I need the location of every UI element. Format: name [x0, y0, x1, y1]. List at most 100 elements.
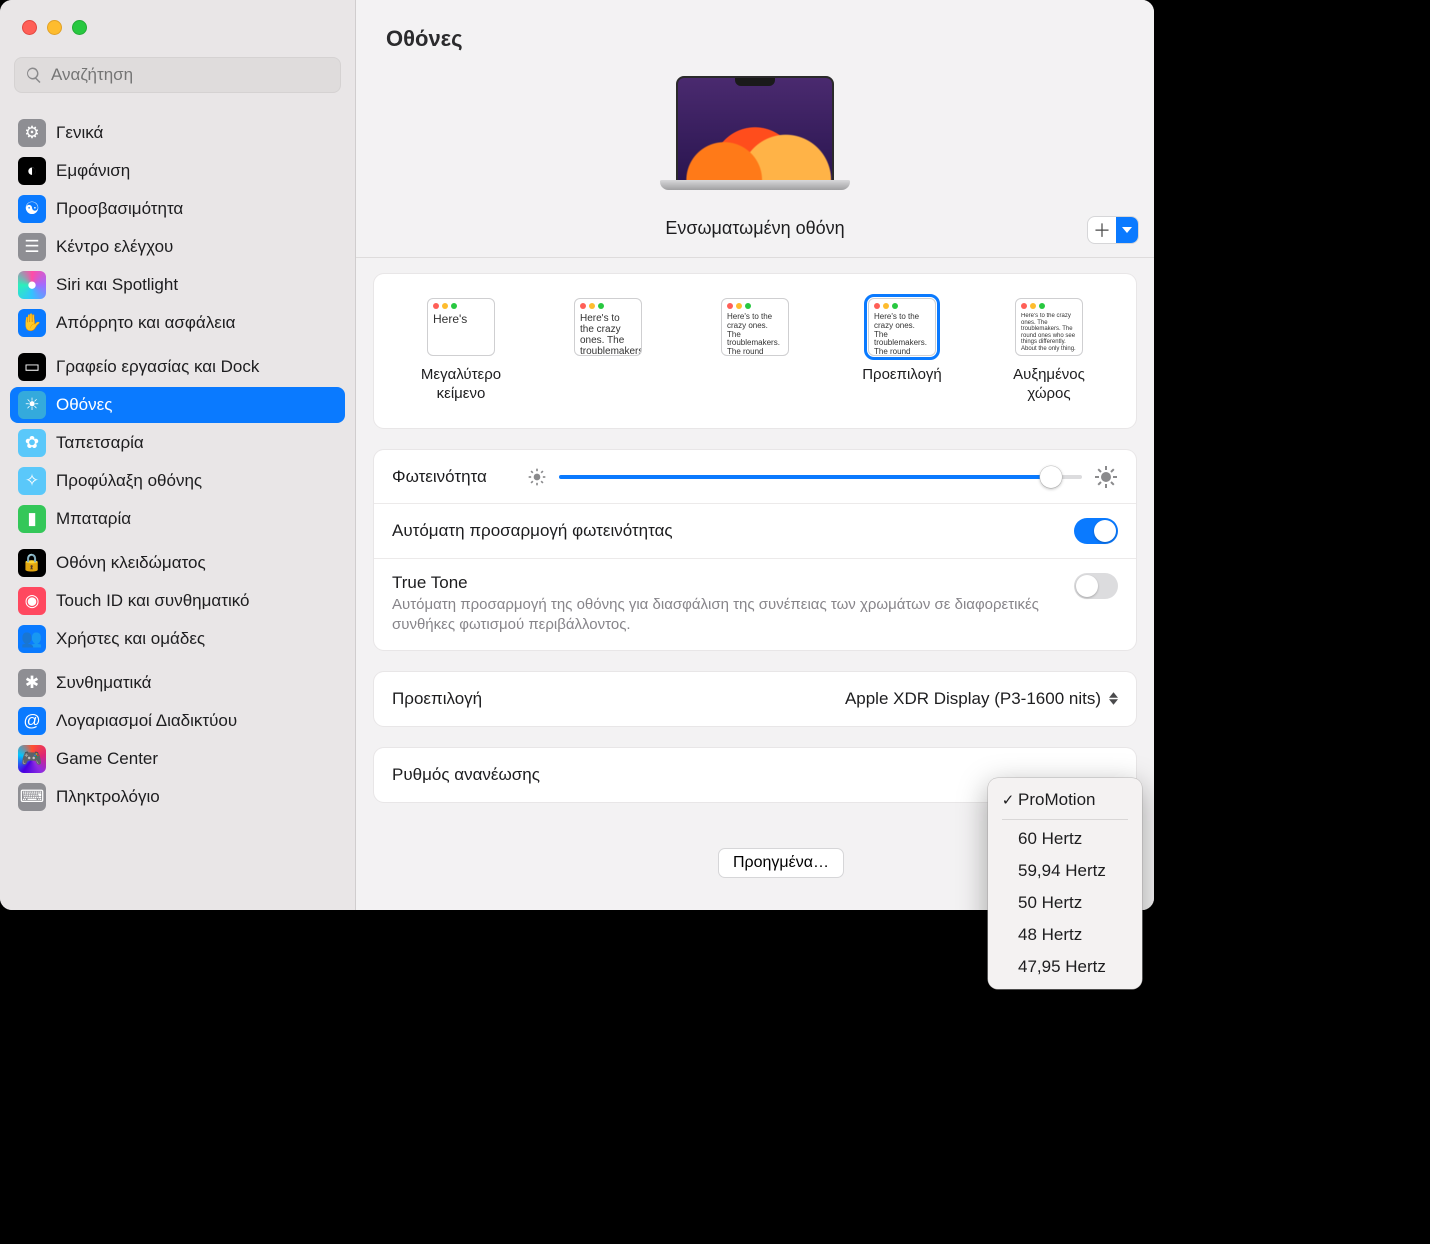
- flower-icon: ✿: [18, 429, 46, 457]
- sidebar-item-label: Game Center: [56, 749, 158, 769]
- sidebar-item-label: Λογαριασμοί Διαδικτύου: [56, 711, 237, 731]
- scale-tile: Here's to the crazy ones. The troublemak…: [574, 298, 642, 356]
- true-tone-row: True Tone Αυτόματη προσαρμογή της οθόνης…: [374, 559, 1136, 650]
- row-label: Αυτόματη προσαρμογή φωτεινότητας: [392, 521, 673, 541]
- lock-icon: 🔒: [18, 549, 46, 577]
- gear-icon: ⚙︎: [18, 119, 46, 147]
- scale-tile: Here's to the crazy ones. The troublemak…: [1015, 298, 1083, 356]
- sidebar-item-label: Touch ID και συνθηματικό: [56, 591, 250, 611]
- sidebar-item-internet-accounts[interactable]: @ Λογαριασμοί Διαδικτύου: [10, 703, 345, 739]
- sidebar-item-accessibility[interactable]: ☯Προσβασιμότητα: [10, 191, 345, 227]
- scale-tile: Here's to the crazy ones. The troublemak…: [721, 298, 789, 356]
- search-icon: [25, 66, 43, 84]
- auto-brightness-toggle[interactable]: [1074, 518, 1118, 544]
- sidebar: ⚙︎ Γενικά ◐Εμφάνιση☯Προσβασιμότητα☰Κέντρο …: [0, 0, 356, 910]
- brightness-row: Φωτεινότητα: [374, 450, 1136, 504]
- scale-option-larger[interactable]: Here'sΜεγαλύτερο κείμενο: [402, 298, 520, 406]
- sidebar-item-displays[interactable]: ☀Οθόνες: [10, 387, 345, 423]
- true-tone-toggle[interactable]: [1074, 573, 1118, 599]
- sidebar-item-label: Γενικά: [56, 123, 103, 143]
- brightness-icon: ☀: [18, 391, 46, 419]
- scale-tile: Here's to the crazy ones. The troublemak…: [868, 298, 936, 356]
- sun-small-icon: [527, 467, 547, 487]
- advanced-button[interactable]: Προηγμένα…: [718, 848, 844, 878]
- sidebar-item-wallpaper[interactable]: ✿Ταπετσαρία: [10, 425, 345, 461]
- sidebar-item-label: Οθόνη κλειδώματος: [56, 553, 206, 573]
- row-subtitle: Αυτόματη προσαρμογή της οθόνης για διασφ…: [392, 595, 1058, 636]
- sidebar-item-desktop-dock[interactable]: ▭Γραφείο εργασίας και Dock: [10, 349, 345, 385]
- add-display-button[interactable]: ＋: [1088, 217, 1138, 243]
- menu-item-label: 48 Hertz: [1018, 925, 1082, 945]
- people-icon: 👥: [18, 625, 46, 653]
- row-label: Προεπιλογή: [392, 689, 482, 709]
- scale-option-mid1[interactable]: Here's to the crazy ones. The troublemak…: [549, 298, 667, 406]
- sidebar-item-passwords[interactable]: ✱ Συνθηματικά: [10, 665, 345, 701]
- fingerprint-icon: ◉: [18, 587, 46, 615]
- brightness-card: Φωτεινότητα Αυτόματη προσαρμογή φωτεινότ…: [374, 450, 1136, 650]
- hand-icon: ✋: [18, 309, 46, 337]
- refresh-option[interactable]: 47,95 Hertz: [994, 951, 1136, 983]
- fullscreen-button[interactable]: [72, 20, 87, 35]
- refresh-option[interactable]: 60 Hertz: [994, 823, 1136, 855]
- sidebar-item-game-center[interactable]: 🎮 Game Center: [10, 741, 345, 777]
- search-input[interactable]: [51, 65, 330, 85]
- content-area: Οθόνες Ενσωματωμένη οθόνη ＋ Here'sΜεγαλύ…: [356, 0, 1154, 910]
- sidebar-nav: ⚙︎ Γενικά ◐Εμφάνιση☯Προσβασιμότητα☰Κέντρο …: [0, 103, 355, 910]
- refresh-option[interactable]: 50 Hertz: [994, 887, 1136, 919]
- sidebar-item-label: Siri και Spotlight: [56, 275, 178, 295]
- row-label: Φωτεινότητα: [392, 467, 487, 487]
- menu-item-label: 50 Hertz: [1018, 893, 1082, 913]
- scale-option-default[interactable]: Here's to the crazy ones. The troublemak…: [843, 298, 961, 406]
- preset-card: Προεπιλογή Apple XDR Display (P3-1600 ni…: [374, 672, 1136, 726]
- brightness-slider[interactable]: [559, 475, 1082, 479]
- search-field[interactable]: [14, 57, 341, 93]
- sidebar-item-keyboard[interactable]: ⌨ Πληκτρολόγιο: [10, 779, 345, 815]
- preset-row[interactable]: Προεπιλογή Apple XDR Display (P3-1600 ni…: [374, 672, 1136, 726]
- sidebar-item-label: Πληκτρολόγιο: [56, 787, 160, 807]
- scale-option-mid2[interactable]: Here's to the crazy ones. The troublemak…: [696, 298, 814, 406]
- person-icon: ☯: [18, 195, 46, 223]
- display-name: Ενσωματωμένη οθόνη: [665, 218, 844, 239]
- refresh-option[interactable]: ✓ProMotion: [994, 784, 1136, 816]
- sidebar-item-appearance[interactable]: ◐Εμφάνιση: [10, 153, 345, 189]
- scale-label: Αυξημένος χώρος: [1013, 366, 1085, 406]
- sidebar-item-touchid[interactable]: ◉ Touch ID και συνθηματικό: [10, 583, 345, 619]
- key-icon: ✱: [18, 669, 46, 697]
- check-icon: ✓: [998, 791, 1018, 809]
- slider-thumb[interactable]: [1040, 466, 1062, 488]
- sidebar-item-label: Κέντρο ελέγχου: [56, 237, 173, 257]
- menu-separator: [1002, 819, 1128, 820]
- close-button[interactable]: [22, 20, 37, 35]
- gc-icon: 🎮: [18, 745, 46, 773]
- minimize-button[interactable]: [47, 20, 62, 35]
- select-arrows-icon: [1109, 692, 1118, 705]
- at-icon: @: [18, 707, 46, 735]
- menu-item-label: 59,94 Hertz: [1018, 861, 1106, 881]
- sidebar-item-siri[interactable]: ● Siri και Spotlight: [10, 267, 345, 303]
- refresh-rate-menu[interactable]: ✓ProMotion 60 Hertz 59,94 Hertz 50 Hertz 48 …: [988, 778, 1142, 989]
- sidebar-item-control-center[interactable]: ☰Κέντρο ελέγχου: [10, 229, 345, 265]
- scale-option-more-space[interactable]: Here's to the crazy ones. The troublemak…: [990, 298, 1108, 406]
- sidebar-item-label: Απόρρητο και ασφάλεια: [56, 313, 235, 333]
- laptop-image: [660, 76, 850, 204]
- refresh-option[interactable]: 59,94 Hertz: [994, 855, 1136, 887]
- plus-icon: ＋: [1088, 217, 1116, 243]
- menu-item-label: 60 Hertz: [1018, 829, 1082, 849]
- sparkle-icon: ✧: [18, 467, 46, 495]
- sidebar-item-battery[interactable]: ▮Μπαταρία: [10, 501, 345, 537]
- preset-value: Apple XDR Display (P3-1600 nits): [845, 689, 1101, 709]
- sidebar-item-screensaver[interactable]: ✧Προφύλαξη οθόνης: [10, 463, 345, 499]
- window-controls: [0, 0, 355, 49]
- keyboard-icon: ⌨: [18, 783, 46, 811]
- sidebar-item-privacy[interactable]: ✋ Απόρρητο και ασφάλεια: [10, 305, 345, 341]
- page-header: Οθόνες: [356, 0, 1154, 66]
- refresh-option[interactable]: 48 Hertz: [994, 919, 1136, 951]
- sidebar-item-label: Συνθηματικά: [56, 673, 151, 693]
- display-preview: Ενσωματωμένη οθόνη ＋: [356, 66, 1154, 258]
- sidebar-item-lock-screen[interactable]: 🔒 Οθόνη κλειδώματος: [10, 545, 345, 581]
- scale-tile: Here's: [427, 298, 495, 356]
- siri-icon: ●: [18, 271, 46, 299]
- sidebar-item-general[interactable]: ⚙︎ Γενικά: [10, 115, 345, 151]
- sidebar-item-users[interactable]: 👥Χρήστες και ομάδες: [10, 621, 345, 657]
- row-label: Ρυθμός ανανέωσης: [392, 765, 540, 785]
